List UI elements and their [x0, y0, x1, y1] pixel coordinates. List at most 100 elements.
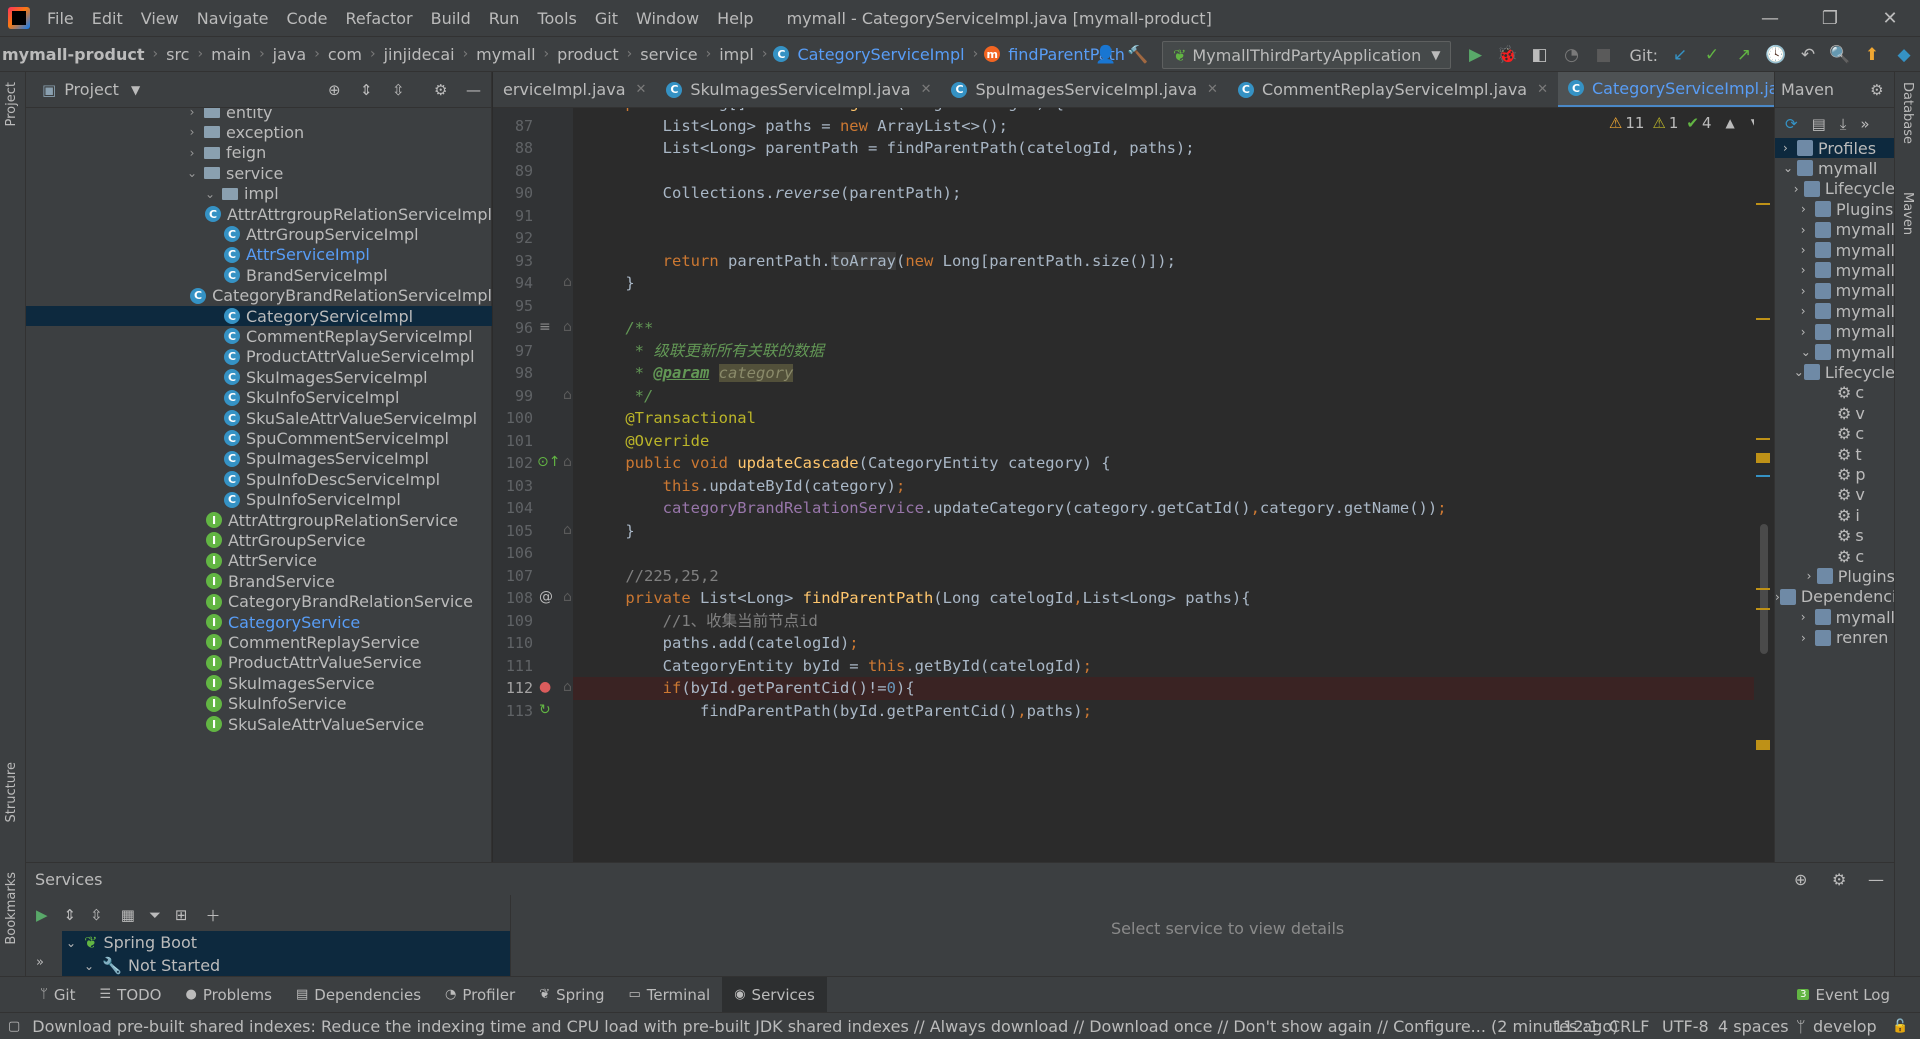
close-tab-icon[interactable]: ✕	[921, 82, 932, 97]
line-number[interactable]: 94	[493, 274, 533, 292]
chevron-right-icon[interactable]: ›	[1794, 182, 1804, 196]
tree-item[interactable]: I BrandService	[26, 571, 492, 591]
maven-tree-item[interactable]: › Plugins	[1775, 566, 1894, 586]
filter-icon[interactable]: ⏷	[149, 906, 161, 924]
maven-tree-item[interactable]: ⌄ mymall	[1775, 342, 1894, 362]
line-number[interactable]: 93	[493, 252, 533, 270]
code-line[interactable]: categoryBrandRelationService.updateCateg…	[588, 497, 1447, 520]
doc-comment-icon[interactable]: ≡	[539, 319, 551, 335]
editor-tab[interactable]: C SkuImagesServiceImpl.java ✕	[656, 72, 941, 107]
code-line[interactable]: * 级联更新所有关联的数据	[588, 340, 824, 363]
tree-item[interactable]: I SkuImagesService	[26, 673, 492, 693]
maven-tree-item[interactable]: › renren	[1775, 628, 1894, 648]
tree-item[interactable]: C SkuImagesServiceImpl	[26, 367, 492, 387]
fold-icon[interactable]: ⌂	[563, 319, 572, 335]
line-number[interactable]: 91	[493, 207, 533, 225]
tool-window-spring[interactable]: ❦ Spring	[527, 977, 616, 1013]
tree-item[interactable]: C AttrAttrgroupRelationServiceImpl	[26, 204, 492, 224]
code-line[interactable]: private List<Long> findParentPath(Long c…	[588, 587, 1250, 610]
tree-item[interactable]: I AttrAttrgroupRelationService	[26, 510, 492, 530]
breadcrumb-item[interactable]: jinjidecai	[382, 45, 457, 64]
service-not-started[interactable]: ⌄ 🔧 Not Started	[62, 954, 510, 977]
tool-window-profiler[interactable]: ◔ Profiler	[433, 977, 527, 1013]
code-line[interactable]: List<Long> parentPath = findParentPath(c…	[588, 137, 1195, 160]
database-tool-button[interactable]: Database	[1900, 82, 1915, 144]
line-number[interactable]: 90	[493, 184, 533, 202]
service-group-spring-boot[interactable]: ⌄ ❦ Spring Boot	[62, 931, 510, 954]
chevron-right-icon[interactable]: ›	[1801, 263, 1815, 277]
line-number[interactable]: 106	[493, 544, 533, 562]
close-tab-icon[interactable]: ✕	[1207, 82, 1218, 97]
expand-all-icon[interactable]: ⇕	[64, 906, 77, 924]
chevron-right-icon[interactable]: ›	[1801, 304, 1815, 318]
breakpoint-icon[interactable]: ●	[539, 679, 551, 695]
line-number[interactable]: 96	[493, 319, 533, 337]
stop-icon[interactable]: ■	[1589, 41, 1617, 69]
tree-item[interactable]: C SpuInfoDescServiceImpl	[26, 469, 492, 489]
tree-item[interactable]: I CategoryService	[26, 612, 492, 632]
caret-position[interactable]: 112:1	[1553, 1017, 1599, 1036]
code-line[interactable]: //225,25,2	[588, 565, 718, 588]
line-number[interactable]: 109	[493, 612, 533, 630]
code-line[interactable]: /**	[588, 317, 653, 340]
run-icon[interactable]: ▶	[1461, 41, 1489, 69]
maven-tree-item[interactable]: › mymall	[1775, 607, 1894, 627]
tree-item[interactable]: C CategoryBrandRelationServiceImpl	[26, 286, 492, 306]
group-by-icon[interactable]: ▦	[121, 906, 135, 924]
maven-tree-item[interactable]: › mymall	[1775, 281, 1894, 301]
maven-tree-item[interactable]: ⚙ p	[1775, 464, 1894, 484]
tree-item[interactable]: I SkuInfoService	[26, 694, 492, 714]
maven-tree-item[interactable]: › mymall	[1775, 322, 1894, 342]
git-push-icon[interactable]: ↗	[1730, 41, 1758, 69]
maven-tree-item[interactable]: ⚙ s	[1775, 526, 1894, 546]
indent-setting[interactable]: 4 spaces	[1718, 1017, 1789, 1036]
menu-code[interactable]: Code	[278, 9, 337, 28]
tool-window-services[interactable]: ◉ Services	[722, 976, 827, 1013]
chevron-right-icon[interactable]: ›	[1801, 243, 1815, 257]
line-number[interactable]: 87	[493, 117, 533, 135]
structure-tool-button[interactable]: Structure	[4, 762, 19, 822]
chevron-down-icon[interactable]: ▼	[131, 83, 140, 97]
git-commit-icon[interactable]: ✓	[1698, 41, 1726, 69]
tool-window-problems[interactable]: ● Problems	[173, 977, 283, 1013]
minimize-icon[interactable]: —	[1740, 0, 1800, 36]
line-number[interactable]: 88	[493, 139, 533, 157]
breadcrumb-item[interactable]: service	[638, 45, 699, 64]
tree-item[interactable]: › feign	[26, 143, 492, 163]
tree-item[interactable]: ⌄ impl	[26, 184, 492, 204]
tree-item[interactable]: C SkuSaleAttrValueServiceImpl	[26, 408, 492, 428]
menu-view[interactable]: View	[132, 9, 188, 28]
code-line[interactable]: */	[588, 385, 654, 408]
more-icon[interactable]: »	[36, 955, 44, 970]
chevron-down-icon[interactable]: ⌄	[1783, 161, 1797, 175]
menu-refactor[interactable]: Refactor	[336, 9, 421, 28]
line-number[interactable]: 113	[493, 702, 533, 720]
fold-icon[interactable]: ⌂	[563, 522, 572, 538]
menu-git[interactable]: Git	[586, 9, 627, 28]
code-line[interactable]: this.updateById(category);	[588, 475, 906, 498]
editor-scrollbar[interactable]	[1754, 108, 1774, 862]
code-line[interactable]: Collections.reverse(parentPath);	[588, 182, 962, 205]
chevron-right-icon[interactable]: ›	[1807, 569, 1817, 583]
update-icon[interactable]: ⬆	[1858, 41, 1886, 69]
tree-item[interactable]: C SpuCommentServiceImpl	[26, 428, 492, 448]
tool-window-terminal[interactable]: ▭ Terminal	[617, 977, 723, 1013]
chevron-right-icon[interactable]: ›	[1801, 202, 1815, 216]
git-branch[interactable]: develop	[1813, 1017, 1877, 1036]
maven-tree-item[interactable]: › Profiles	[1775, 138, 1894, 158]
tree-item[interactable]: C BrandServiceImpl	[26, 265, 492, 285]
gear-icon[interactable]: ⚙	[1832, 870, 1846, 889]
tree-item[interactable]: I AttrService	[26, 551, 492, 571]
toolbox-icon[interactable]: ◆	[1890, 41, 1918, 69]
code-line[interactable]: if(byId.getParentCid()!=0){	[588, 677, 915, 700]
chevron-down-icon[interactable]: ⌄	[184, 166, 200, 180]
chevron-down-icon[interactable]: ⌄	[202, 187, 218, 201]
chevron-right-icon[interactable]: ›	[184, 146, 200, 160]
search-icon[interactable]: 🔍	[1826, 41, 1854, 69]
editor-tab[interactable]: C CommentReplayServiceImpl.java ✕	[1228, 72, 1558, 107]
fold-icon[interactable]: ⌂	[563, 454, 572, 470]
maven-tree-item[interactable]: ⚙ c	[1775, 383, 1894, 403]
more-icon[interactable]: »	[1860, 115, 1869, 133]
implementing-method-icon[interactable]: ⊙↑	[537, 454, 560, 470]
reload-icon[interactable]: ⟳	[1785, 115, 1798, 133]
